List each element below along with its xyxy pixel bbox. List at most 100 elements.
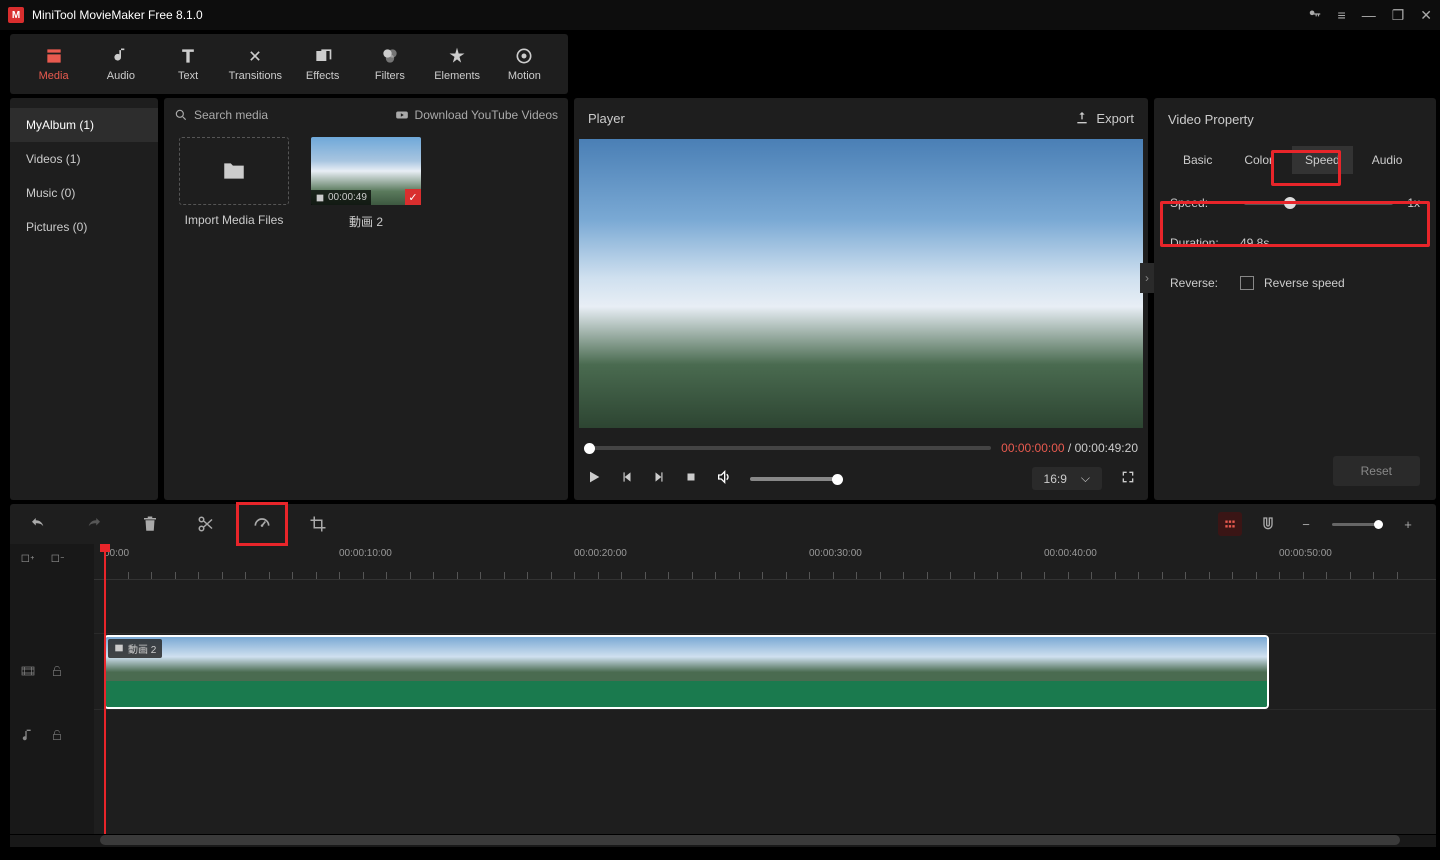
maximize-button[interactable]: ❐ (1392, 7, 1405, 24)
film-icon (114, 643, 124, 653)
ruler-tick: 00:00:50:00 (1279, 548, 1332, 559)
tab-transitions-label: Transitions (229, 70, 282, 82)
playhead[interactable] (104, 544, 106, 834)
youtube-icon (395, 108, 409, 122)
speed-tool-button[interactable] (250, 512, 274, 536)
remove-track-button[interactable] (50, 553, 66, 572)
aspect-ratio-select[interactable]: 16:9 ⌵ (1032, 467, 1102, 490)
speed-row: Speed: 1x (1170, 196, 1420, 210)
tab-motion-label: Motion (508, 70, 541, 82)
titlebar: M MiniTool MovieMaker Free 8.1.0 ≡ — ❐ ✕ (0, 0, 1440, 30)
player-title: Player (588, 111, 625, 126)
undo-button[interactable] (26, 512, 50, 536)
media-thumbnail: 00:00:49 ✓ (311, 137, 421, 205)
volume-slider[interactable] (750, 477, 840, 481)
film-icon (315, 193, 325, 203)
snap-toggle[interactable] (1218, 512, 1242, 536)
video-track-icon (20, 663, 36, 682)
clip-name: 動画 2 (349, 213, 383, 230)
sidebar-item-myalbum[interactable]: MyAlbum (1) (10, 108, 158, 142)
clip-added-check-icon: ✓ (405, 189, 421, 205)
timeline-clip[interactable]: 動画 2 (104, 635, 1269, 709)
media-type-toolbar: Media Audio Text Transitions Effects Fil… (10, 34, 568, 94)
clip-duration: 00:00:49 (328, 192, 367, 203)
tab-motion[interactable]: Motion (491, 34, 558, 94)
media-panel: Search media Download YouTube Videos Imp… (164, 98, 568, 500)
timeline-ruler[interactable]: 00:00 00:00:10:00 00:00:20:00 00:00:30:0… (94, 544, 1436, 580)
tab-color[interactable]: Color (1231, 146, 1286, 174)
import-media-card[interactable]: Import Media Files (179, 137, 289, 230)
tab-text-label: Text (178, 70, 198, 82)
zoom-slider[interactable] (1332, 523, 1382, 526)
chevron-down-icon: ⌵ (1081, 471, 1090, 486)
tab-audio-label: Audio (107, 70, 135, 82)
fullscreen-button[interactable] (1120, 469, 1136, 488)
split-button[interactable] (194, 512, 218, 536)
tab-audio-prop[interactable]: Audio (1359, 146, 1416, 174)
tab-filters[interactable]: Filters (356, 34, 423, 94)
sidebar-item-pictures[interactable]: Pictures (0) (10, 210, 158, 244)
speed-label: Speed: (1170, 196, 1240, 210)
stop-button[interactable] (684, 470, 698, 487)
total-time: 00:00:49:20 (1075, 441, 1138, 455)
menu-icon[interactable]: ≡ (1338, 7, 1346, 23)
play-button[interactable] (586, 469, 602, 488)
minimize-button[interactable]: — (1362, 7, 1376, 23)
delete-button[interactable] (138, 512, 162, 536)
export-button[interactable]: Export (1074, 110, 1134, 126)
tab-text[interactable]: Text (155, 34, 222, 94)
download-youtube-link[interactable]: Download YouTube Videos (395, 108, 558, 122)
timeline-scrollbar[interactable] (10, 835, 1436, 847)
tab-media[interactable]: Media (20, 34, 87, 94)
property-title: Video Property (1168, 112, 1254, 127)
speed-value: 1x (1407, 196, 1420, 210)
collapse-panel-button[interactable]: › (1140, 263, 1154, 293)
time-sep: / (1068, 441, 1075, 455)
ruler-tick: 00:00:10:00 (339, 548, 392, 559)
sidebar-item-music[interactable]: Music (0) (10, 176, 158, 210)
ruler-tick: 00:00:40:00 (1044, 548, 1097, 559)
upgrade-key-icon[interactable] (1308, 7, 1322, 24)
crop-button[interactable] (306, 512, 330, 536)
search-media[interactable]: Search media (174, 108, 268, 122)
reset-button[interactable]: Reset (1333, 456, 1420, 486)
tab-effects[interactable]: Effects (289, 34, 356, 94)
reverse-row: Reverse: Reverse speed (1170, 276, 1420, 290)
tab-audio[interactable]: Audio (87, 34, 154, 94)
reverse-check-label: Reverse speed (1264, 276, 1345, 290)
add-track-button[interactable] (20, 553, 36, 572)
timeline: 00:00 00:00:10:00 00:00:20:00 00:00:30:0… (10, 544, 1436, 834)
next-frame-button[interactable] (652, 470, 666, 487)
tab-transitions[interactable]: Transitions (222, 34, 289, 94)
player-panel: Player Export 00:00:00:00 / 00:00:49:20 (574, 98, 1148, 500)
audio-track-lock[interactable] (50, 728, 64, 745)
video-property-panel: › Video Property Basic Color Speed Audio… (1154, 98, 1436, 500)
zoom-out-button[interactable]: − (1294, 512, 1318, 536)
reverse-checkbox[interactable] (1240, 276, 1254, 290)
speed-slider[interactable] (1244, 201, 1393, 205)
aspect-ratio-value: 16:9 (1044, 472, 1067, 486)
tab-elements[interactable]: Elements (424, 34, 491, 94)
media-clip-card[interactable]: 00:00:49 ✓ 動画 2 (311, 137, 421, 230)
ruler-tick: 00:00:30:00 (809, 548, 862, 559)
download-youtube-label: Download YouTube Videos (415, 108, 558, 122)
volume-icon[interactable] (716, 469, 732, 488)
timeline-toolbar: − + (10, 504, 1436, 544)
redo-button[interactable] (82, 512, 106, 536)
magnet-toggle[interactable] (1256, 512, 1280, 536)
zoom-in-button[interactable]: + (1396, 512, 1420, 536)
export-label: Export (1096, 111, 1134, 126)
duration-label: Duration: (1170, 236, 1240, 250)
sidebar-item-videos[interactable]: Videos (1) (10, 142, 158, 176)
tab-elements-label: Elements (434, 70, 480, 82)
progress-slider[interactable] (584, 446, 991, 450)
tab-filters-label: Filters (375, 70, 405, 82)
video-preview[interactable] (579, 139, 1143, 428)
video-track-lock[interactable] (50, 664, 64, 681)
export-icon (1074, 110, 1090, 126)
tab-basic[interactable]: Basic (1170, 146, 1225, 174)
tab-speed[interactable]: Speed (1292, 146, 1353, 174)
prev-frame-button[interactable] (620, 470, 634, 487)
close-button[interactable]: ✕ (1420, 7, 1432, 24)
search-icon (174, 108, 188, 122)
